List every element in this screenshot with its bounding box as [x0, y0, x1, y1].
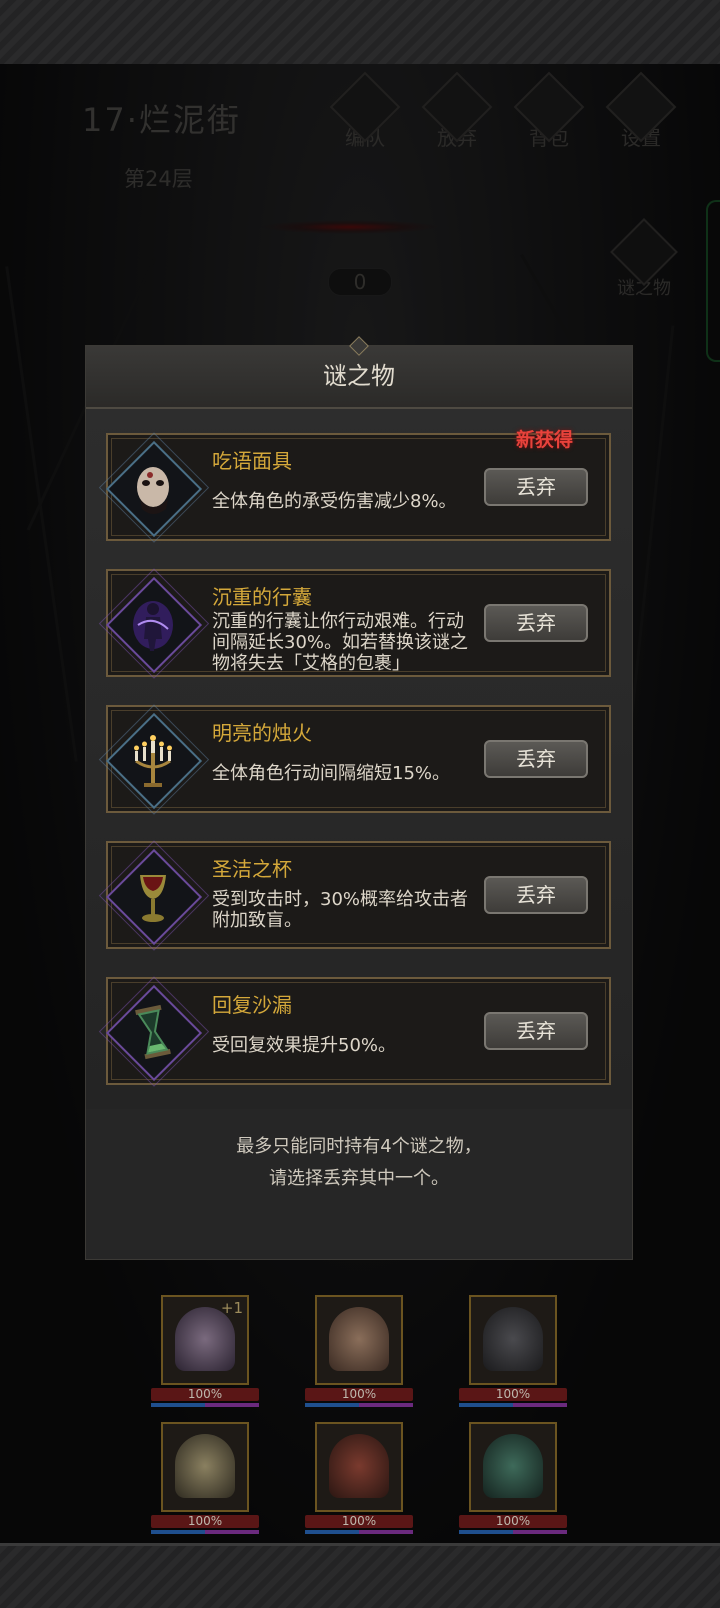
item-description: 受到攻击时，30%概率给攻击者附加致盲。 — [212, 889, 469, 931]
item-description: 全体角色行动间隔缩短15%。 — [212, 763, 451, 784]
item-name: 沉重的行囊 — [212, 585, 312, 609]
list-item: 吃语面具 全体角色的承受伤害减少8%。 新获得 丢弃 — [105, 429, 611, 541]
discard-button[interactable]: 丢弃 — [484, 876, 588, 914]
hero-portrait-6[interactable] — [469, 1422, 557, 1512]
list-item: 沉重的行囊 沉重的行囊让你行动艰难。行动间隔延长30%。如若替换该谜之物将失去「… — [105, 569, 611, 677]
item-icon-frame — [105, 712, 203, 810]
item-description: 沉重的行囊让你行动艰难。行动间隔延长30%。如若替换该谜之物将失去「艾格的包裹」 — [212, 611, 469, 674]
hero-hp-bar: 100% — [305, 1388, 413, 1401]
hero-hp-bar: 100% — [151, 1388, 259, 1401]
discard-button[interactable]: 丢弃 — [484, 740, 588, 778]
item-icon-frame — [105, 576, 203, 674]
mask-icon — [137, 467, 169, 514]
hint-line-2: 请选择丢弃其中一个。 — [269, 1168, 449, 1189]
hero-hp-bar: 100% — [305, 1515, 413, 1528]
item-description: 受回复效果提升50%。 — [212, 1035, 397, 1056]
chalice-icon — [140, 875, 166, 922]
item-icon-frame — [105, 984, 203, 1082]
hero-mp-bar — [305, 1403, 413, 1407]
candelabra-icon — [134, 735, 172, 787]
list-item: 明亮的烛火 全体角色行动间隔缩短15%。 丢弃 — [105, 705, 611, 813]
top-frame — [0, 0, 720, 67]
hint-text: 最多只能同时持有4个谜之物， 请选择丢弃其中一个。 — [86, 1131, 632, 1195]
item-icon-frame — [105, 848, 203, 946]
hero-mp-bar — [305, 1530, 413, 1534]
hero-hp-bar: 100% — [459, 1515, 567, 1528]
hero-mp-bar — [151, 1530, 259, 1534]
hero-portrait-5[interactable] — [315, 1422, 403, 1512]
item-name: 圣洁之杯 — [212, 857, 292, 881]
hero-portrait-1[interactable]: +1 — [161, 1295, 249, 1385]
hero-mp-bar — [459, 1530, 567, 1534]
item-icon-frame — [105, 440, 203, 538]
hero-level-badge: +1 — [220, 1299, 243, 1317]
hero-face — [329, 1307, 389, 1371]
hero-mp-bar — [151, 1403, 259, 1407]
dialog-title: 谜之物 — [86, 346, 632, 409]
discard-button[interactable]: 丢弃 — [484, 468, 588, 506]
item-name: 回复沙漏 — [212, 993, 292, 1017]
discard-button[interactable]: 丢弃 — [484, 604, 588, 642]
mystery-items-dialog: 谜之物 吃语面具 全体角色的承受伤害减少8%。 新获得 丢弃 沉重的行囊 沉重的… — [85, 345, 633, 1260]
hint-line-1: 最多只能同时持有4个谜之物， — [236, 1136, 482, 1157]
hero-portrait-2[interactable] — [315, 1295, 403, 1385]
hero-portrait-3[interactable] — [469, 1295, 557, 1385]
item-name: 吃语面具 — [212, 449, 292, 473]
heavy-pack-icon — [133, 601, 173, 651]
hero-portrait-4[interactable] — [161, 1422, 249, 1512]
discard-button[interactable]: 丢弃 — [484, 1012, 588, 1050]
hero-face — [483, 1307, 543, 1371]
hero-face — [329, 1434, 389, 1498]
new-badge: 新获得 — [516, 429, 574, 451]
hero-face — [175, 1434, 235, 1498]
item-name: 明亮的烛火 — [212, 721, 312, 745]
item-list: 吃语面具 全体角色的承受伤害减少8%。 新获得 丢弃 沉重的行囊 沉重的行囊让你… — [86, 409, 632, 1109]
hero-hp-bar: 100% — [459, 1388, 567, 1401]
bottom-frame — [0, 1543, 720, 1608]
list-item: 回复沙漏 受回复效果提升50%。 丢弃 — [105, 977, 611, 1085]
hero-face — [483, 1434, 543, 1498]
hero-mp-bar — [459, 1403, 567, 1407]
hero-hp-bar: 100% — [151, 1515, 259, 1528]
list-item: 圣洁之杯 受到攻击时，30%概率给攻击者附加致盲。 丢弃 — [105, 841, 611, 949]
item-description: 全体角色的承受伤害减少8%。 — [212, 491, 457, 512]
